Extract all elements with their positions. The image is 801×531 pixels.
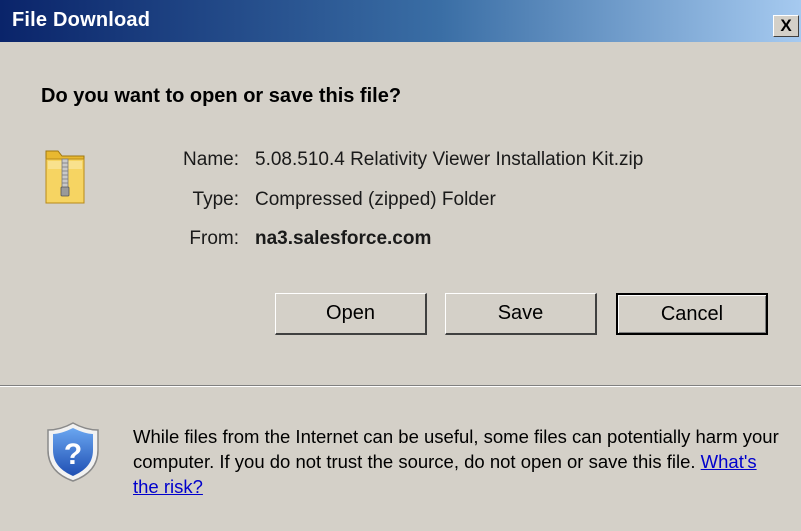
title-bar[interactable]: File Download X	[0, 0, 801, 42]
separator	[0, 385, 801, 387]
name-label: Name:	[183, 149, 239, 170]
file-name: 5.08.510.4 Relativity Viewer Installatio…	[255, 149, 644, 170]
file-download-dialog: File Download X Do you want to open or s…	[0, 0, 801, 531]
file-source: na3.salesforce.com	[255, 228, 432, 249]
cancel-button[interactable]: Cancel	[616, 293, 768, 335]
from-label: From:	[189, 228, 239, 249]
type-label: Type:	[192, 189, 239, 210]
save-button[interactable]: Save	[445, 293, 597, 335]
security-shield-question-icon: ?	[47, 422, 99, 482]
window-title: File Download	[12, 9, 151, 31]
svg-text:?: ?	[64, 438, 82, 471]
download-question: Do you want to open or save this file?	[41, 85, 402, 107]
close-button[interactable]: X	[773, 15, 799, 37]
security-warning: While files from the Internet can be use…	[133, 424, 783, 499]
open-button[interactable]: Open	[275, 293, 427, 335]
file-type: Compressed (zipped) Folder	[255, 189, 496, 210]
warning-text: While files from the Internet can be use…	[133, 426, 779, 472]
